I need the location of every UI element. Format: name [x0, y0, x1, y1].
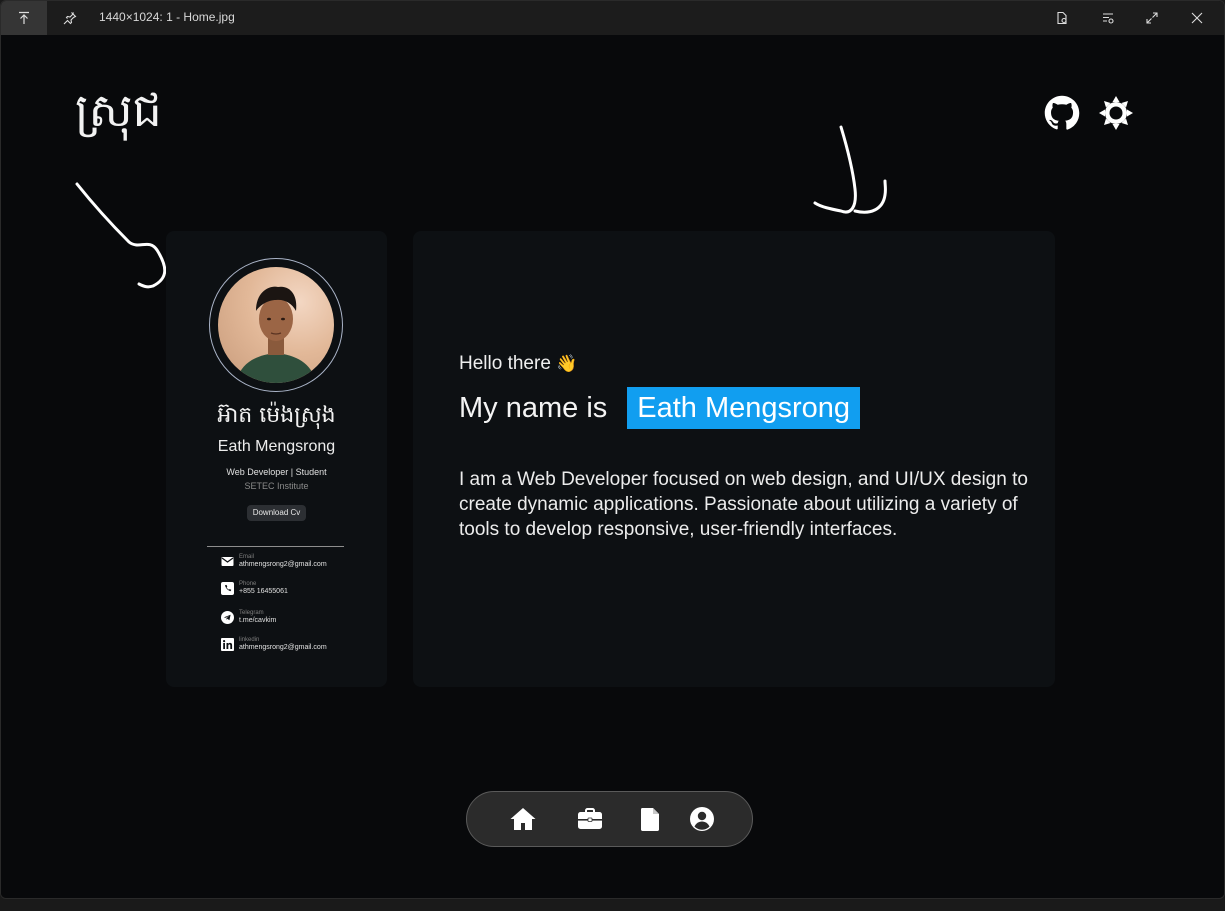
title-bar: 1440×1024: 1 - Home.jpg — [1, 1, 1224, 35]
close-button[interactable] — [1174, 1, 1220, 35]
window-title: 1440×1024: 1 - Home.jpg — [99, 10, 235, 24]
profile-photo — [218, 267, 334, 383]
name-highlight: Eath Mengsrong — [627, 387, 861, 429]
hand-drawn-arrow-top-icon — [813, 125, 887, 214]
page-content: ស្រុជ អ៊ាត ម៉េងស្រុង Eath Mengsrong Web … — [1, 35, 1224, 898]
contact-label: linkedin — [239, 637, 260, 643]
header-actions — [1044, 95, 1134, 131]
pin-button[interactable] — [47, 1, 93, 35]
name-english: Eath Mengsrong — [217, 438, 336, 455]
keep-on-top-button[interactable] — [1, 1, 47, 35]
envelope-icon — [221, 557, 234, 566]
contact-value: athmengsrong2@gmail.com — [239, 644, 327, 651]
theme-toggle-button[interactable] — [1098, 95, 1134, 131]
contact-email[interactable]: Email athmengsrong2@gmail.com — [221, 554, 327, 569]
contact-linkedin[interactable]: linkedin athmengsrong2@gmail.com — [221, 637, 327, 652]
home-icon — [510, 808, 536, 830]
waving-hand-icon: 👋 — [556, 354, 578, 373]
nav-portfolio[interactable] — [576, 806, 604, 832]
arrow-up-bar-icon — [19, 11, 29, 24]
linkedin-icon — [221, 638, 234, 651]
greeting: Hello there 👋 — [459, 353, 577, 375]
github-icon — [1044, 95, 1080, 130]
bottom-nav — [466, 791, 753, 847]
image-viewer-window: 1440×1024: 1 - Home.jpg ស្រុជ អ៊ាត ម៉េងស… — [0, 0, 1225, 899]
contact-phone[interactable]: Phone +855 16455061 — [221, 581, 288, 596]
user-circle-icon — [690, 807, 714, 831]
download-cv-button[interactable]: Download Cv — [247, 505, 306, 521]
contact-value: +855 16455061 — [239, 588, 288, 595]
contact-label: Phone — [239, 581, 257, 587]
role-text: Web Developer | Student — [226, 467, 327, 477]
divider — [207, 546, 344, 547]
contact-label: Email — [239, 554, 255, 560]
hand-drawn-arrow-left-icon — [75, 182, 167, 289]
briefcase-icon — [578, 808, 602, 829]
document-icon — [641, 808, 659, 831]
nav-home[interactable] — [509, 806, 537, 832]
avatar — [209, 258, 343, 392]
site-logo[interactable]: ស្រុជ — [75, 87, 162, 133]
bio-paragraph: I am a Web Developer focused on web desi… — [459, 469, 1028, 540]
file-settings-icon — [1057, 11, 1067, 25]
nav-about[interactable] — [688, 806, 716, 832]
nav-resume[interactable] — [636, 806, 664, 832]
profile-card: អ៊ាត ម៉េងស្រុង Eath Mengsrong Web Develo… — [166, 231, 387, 687]
close-icon — [1191, 12, 1203, 24]
open-file-button[interactable] — [1039, 1, 1085, 35]
name-khmer: អ៊ាត ម៉េងស្រុង — [217, 403, 336, 428]
telegram-icon — [221, 611, 234, 624]
pin-icon — [63, 12, 77, 25]
intro-card: Hello there 👋 My name is Eath Mengsrong … — [413, 231, 1055, 687]
greeting-text: Hello there — [459, 353, 551, 374]
contact-telegram[interactable]: Telegram t.me/cavkim — [221, 610, 276, 625]
school-text: SETEC Institute — [244, 481, 309, 491]
list-gear-icon — [1103, 13, 1114, 24]
phone-icon — [221, 582, 234, 595]
contact-label: Telegram — [239, 610, 264, 616]
github-button[interactable] — [1044, 95, 1080, 131]
contact-value: athmengsrong2@gmail.com — [239, 561, 327, 568]
person-portrait-icon — [236, 286, 316, 383]
maximize-button[interactable] — [1129, 1, 1175, 35]
contact-value: t.me/cavkim — [239, 617, 277, 624]
expand-icon — [1146, 12, 1158, 24]
list-settings-button[interactable] — [1085, 1, 1131, 35]
name-heading: My name is Eath Mengsrong — [459, 387, 861, 429]
name-prefix: My name is — [459, 391, 608, 424]
sun-gear-icon — [1099, 96, 1133, 130]
